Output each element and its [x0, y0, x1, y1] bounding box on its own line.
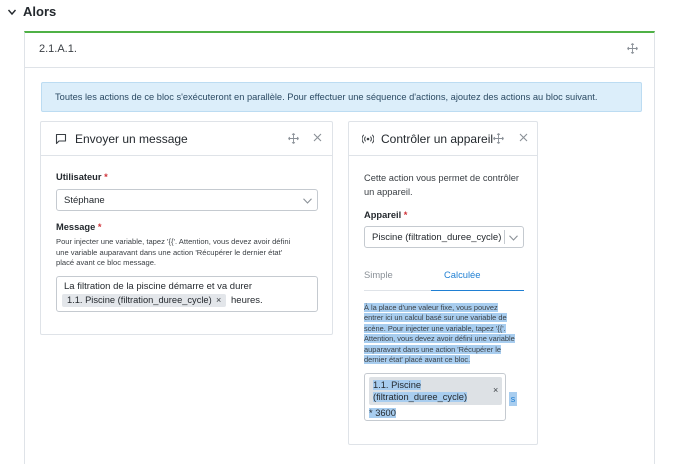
card-header: Envoyer un message [41, 122, 332, 156]
message-text: La filtration de la piscine démarre et v… [64, 281, 252, 292]
calc-expression-input[interactable]: 1.1. Piscine (filtration_duree_cycle) × … [364, 373, 506, 421]
tab-active-indicator [431, 290, 524, 291]
calc-expression-text: * 3600 [369, 408, 396, 418]
calc-side-text: s [509, 392, 517, 406]
chip-remove-icon[interactable]: × [493, 385, 498, 395]
help-line: Attention, vous devez avoir défini une v… [364, 334, 515, 344]
message-help: Pour injecter une variable, tapez '{{'. … [56, 237, 290, 269]
broadcast-icon [362, 134, 374, 144]
control-description: Cette action vous permet de contrôler un… [364, 172, 519, 199]
description-line: Cette action vous permet de contrôler [364, 173, 520, 183]
control-device-card: Contrôler un appareil Cette action vous … [348, 121, 538, 445]
card-header: Contrôler un appareil [349, 122, 537, 156]
move-icon[interactable] [288, 133, 299, 144]
user-select[interactable]: Stéphane [56, 189, 318, 211]
chevron-down-icon [303, 198, 312, 204]
select-divider [504, 230, 505, 244]
chip-remove-icon[interactable]: × [216, 295, 221, 305]
move-icon[interactable] [627, 43, 638, 54]
help-line: Pour injecter une variable, tapez '{{'. … [56, 237, 291, 246]
help-line: dernier état' placé avant ce bloc. [364, 355, 471, 365]
tab-simple[interactable]: Simple [364, 269, 393, 280]
chip-label: 1.1. Piscine (filtration_duree_cycle) [67, 295, 212, 305]
help-line: À la place d'une valeur fixe, vous pouve… [364, 303, 498, 312]
message-suffix: heures. [231, 295, 263, 306]
user-select-value: Stéphane [64, 195, 105, 206]
chevron-down-icon[interactable] [7, 7, 17, 17]
help-line: scène. Pour injecter une variable, tapez… [364, 323, 506, 333]
close-icon[interactable] [313, 133, 322, 142]
message-textarea[interactable]: La filtration de la piscine démarre et v… [56, 276, 318, 312]
description-line: un appareil. [364, 186, 413, 197]
info-text: Toutes les actions de ce bloc s'exécuter… [55, 92, 598, 102]
close-icon[interactable] [519, 133, 528, 142]
help-line: une variable auparavant dans une action … [56, 247, 283, 257]
variable-chip[interactable]: 1.1. Piscine (filtration_duree_cycle) × [369, 377, 502, 405]
info-banner: Toutes les actions de ce bloc s'exécuter… [41, 82, 642, 112]
chevron-down-icon [509, 235, 518, 241]
chip-label: 1.1. Piscine (filtration_duree_cycle) [373, 380, 468, 402]
device-select-value: Piscine (filtration_duree_cycle) [372, 232, 502, 243]
section-header[interactable]: Alors [0, 0, 690, 26]
help-line: auparavant dans une action 'Récupérer le [364, 344, 501, 354]
message-label: Message * [56, 222, 102, 232]
block-id: 2.1.A.1. [39, 43, 77, 55]
user-label: Utilisateur * [56, 172, 108, 182]
card-title: Envoyer un message [75, 132, 188, 146]
section-title: Alors [23, 4, 57, 19]
card-title: Contrôler un appareil [381, 132, 494, 146]
tab-calculee[interactable]: Calculée [444, 269, 480, 280]
move-icon[interactable] [493, 133, 504, 144]
message-icon [55, 133, 67, 145]
device-label: Appareil * [364, 210, 408, 220]
block-header: 2.1.A.1. [25, 33, 654, 68]
device-select[interactable]: Piscine (filtration_duree_cycle) [364, 226, 524, 248]
variable-chip[interactable]: 1.1. Piscine (filtration_duree_cycle) × [62, 294, 226, 307]
help-line: entrer ici un calcul basé sur une variab… [364, 313, 507, 323]
action-block: 2.1.A.1. Toutes les actions de ce bloc s… [24, 31, 655, 464]
help-line: placé avant ce bloc message. [56, 258, 157, 267]
calc-help: À la place d'une valeur fixe, vous pouve… [364, 303, 515, 365]
send-message-card: Envoyer un message Utilisateur * Stéphan… [40, 121, 333, 335]
